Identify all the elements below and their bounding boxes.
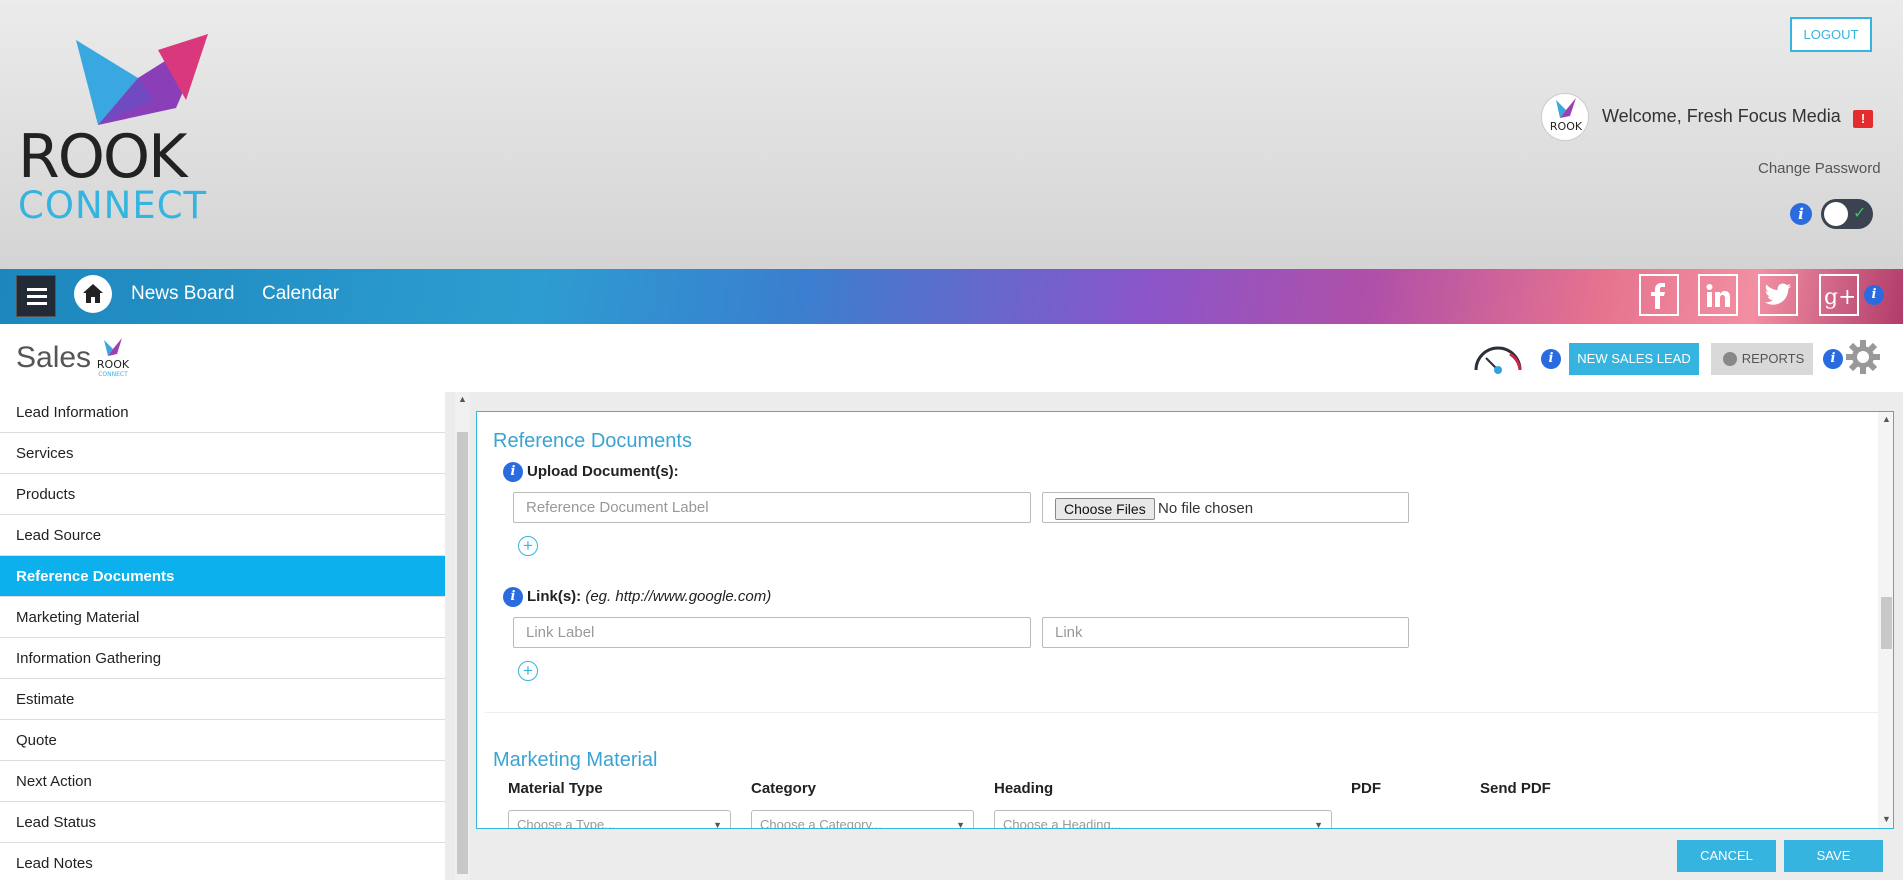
- menu-button[interactable]: [16, 275, 56, 317]
- sidebar-item-lead-status[interactable]: Lead Status: [0, 802, 445, 843]
- rook-logo-small: ROOK CONNECT: [92, 338, 134, 378]
- sidebar-item-products[interactable]: Products: [0, 474, 445, 515]
- app-header: ROOK CONNECT LOGOUT ROOK Welcome, Fresh …: [0, 0, 1903, 269]
- heading-select[interactable]: Choose a Heading... ▼: [994, 810, 1332, 829]
- theme-toggle[interactable]: ✓: [1821, 199, 1873, 229]
- upload-documents-label: Upload Document(s):: [527, 463, 679, 480]
- links-label-text: Link(s):: [527, 588, 582, 605]
- rook-connect-logo: ROOK CONNECT: [18, 30, 228, 230]
- svg-text:CONNECT: CONNECT: [98, 371, 128, 378]
- sidebar-item-lead-source[interactable]: Lead Source: [0, 515, 445, 556]
- heading-placeholder: Choose a Heading...: [1003, 817, 1122, 829]
- chevron-down-icon: ▼: [713, 820, 722, 829]
- logo-text-connect: CONNECT: [18, 184, 208, 227]
- category-placeholder: Choose a Category...: [760, 817, 882, 829]
- links-example-text: (eg. http://www.google.com): [585, 588, 772, 605]
- toggle-knob: [1824, 202, 1848, 226]
- main-nav: News Board Calendar g+ i: [0, 269, 1903, 324]
- home-icon: [83, 284, 103, 303]
- sidebar-scrollbar[interactable]: ▲: [455, 392, 470, 880]
- google-plus-icon[interactable]: g+: [1819, 274, 1859, 316]
- scroll-down-arrow[interactable]: ▼: [1882, 814, 1891, 824]
- info-icon[interactable]: i: [503, 462, 523, 482]
- scrollbar-thumb[interactable]: [457, 432, 468, 874]
- add-link-icon[interactable]: +: [518, 661, 538, 681]
- section-divider: [485, 712, 1880, 713]
- info-icon[interactable]: i: [1823, 349, 1843, 369]
- nav-calendar[interactable]: Calendar: [262, 283, 339, 305]
- avatar[interactable]: ROOK: [1541, 93, 1589, 141]
- reports-button[interactable]: REPORTS: [1711, 343, 1813, 375]
- welcome-text: Welcome, Fresh Focus Media: [1602, 106, 1841, 126]
- info-icon[interactable]: i: [1864, 285, 1884, 305]
- file-upload-field[interactable]: Choose Files No file chosen: [1042, 492, 1409, 523]
- menu-bar: [27, 295, 47, 298]
- col-category: Category: [751, 780, 817, 797]
- check-icon: ✓: [1853, 205, 1867, 222]
- nav-news-board[interactable]: News Board: [131, 283, 235, 305]
- menu-bar: [27, 302, 47, 305]
- link-input[interactable]: Link: [1042, 617, 1409, 648]
- info-icon[interactable]: i: [1541, 349, 1561, 369]
- facebook-icon[interactable]: [1639, 274, 1679, 316]
- file-status-text: No file chosen: [1158, 500, 1254, 517]
- add-document-icon[interactable]: +: [518, 536, 538, 556]
- pie-chart-icon: [1723, 352, 1737, 366]
- section-sidebar: Lead Information Services Products Lead …: [0, 392, 445, 880]
- col-send-pdf: Send PDF: [1480, 780, 1551, 797]
- info-icon[interactable]: i: [1790, 203, 1812, 225]
- info-icon[interactable]: i: [503, 587, 523, 607]
- page-header: Sales ROOK CONNECT i NEW SALES LEAD REPO…: [0, 324, 1903, 392]
- sidebar-item-next-action[interactable]: Next Action: [0, 761, 445, 802]
- sidebar-item-information-gathering[interactable]: Information Gathering: [0, 638, 445, 679]
- linkedin-icon[interactable]: [1698, 274, 1738, 316]
- sidebar-item-estimate[interactable]: Estimate: [0, 679, 445, 720]
- logout-button[interactable]: LOGOUT: [1790, 17, 1872, 52]
- svg-text:ROOK: ROOK: [97, 358, 130, 371]
- speedometer-icon[interactable]: [1472, 342, 1524, 374]
- svg-text:g+: g+: [1824, 285, 1854, 309]
- sidebar-item-lead-notes[interactable]: Lead Notes: [0, 843, 445, 880]
- col-pdf: PDF: [1351, 780, 1381, 797]
- section-title-reference-documents: Reference Documents: [493, 430, 692, 452]
- change-password-link[interactable]: Change Password: [1758, 160, 1881, 177]
- scroll-up-arrow[interactable]: ▲: [1882, 414, 1891, 424]
- links-label: Link(s): (eg. http://www.google.com): [527, 588, 771, 605]
- chevron-down-icon: ▼: [956, 820, 965, 829]
- home-button[interactable]: [74, 275, 112, 313]
- twitter-icon[interactable]: [1758, 274, 1798, 316]
- form-panel: Reference Documents i Upload Document(s)…: [476, 411, 1894, 829]
- chevron-down-icon: ▼: [1314, 820, 1323, 829]
- page-title: Sales: [16, 341, 92, 374]
- choose-files-button[interactable]: Choose Files: [1055, 498, 1155, 520]
- reference-document-label-input[interactable]: Reference Document Label: [513, 492, 1031, 523]
- sidebar-item-reference-documents[interactable]: Reference Documents: [0, 556, 445, 597]
- save-button[interactable]: SAVE: [1784, 840, 1883, 872]
- material-type-select[interactable]: Choose a Type... ▼: [508, 810, 731, 829]
- sidebar-item-marketing-material[interactable]: Marketing Material: [0, 597, 445, 638]
- alert-icon[interactable]: !: [1853, 110, 1873, 128]
- svg-text:ROOK: ROOK: [1550, 120, 1583, 133]
- cancel-button[interactable]: CANCEL: [1677, 840, 1776, 872]
- form-scrollbar[interactable]: ▲ ▼: [1878, 412, 1893, 828]
- sidebar-item-quote[interactable]: Quote: [0, 720, 445, 761]
- reports-label: REPORTS: [1741, 351, 1805, 366]
- logo-text-rook: ROOK: [18, 122, 187, 192]
- material-type-placeholder: Choose a Type...: [517, 817, 616, 829]
- category-select[interactable]: Choose a Category... ▼: [751, 810, 974, 829]
- scrollbar-thumb[interactable]: [1881, 597, 1892, 649]
- sidebar-item-lead-information[interactable]: Lead Information: [0, 392, 445, 433]
- new-sales-lead-button[interactable]: NEW SALES LEAD: [1569, 343, 1699, 375]
- scroll-up-arrow[interactable]: ▲: [458, 394, 467, 404]
- gear-icon[interactable]: [1845, 339, 1881, 375]
- sidebar-item-services[interactable]: Services: [0, 433, 445, 474]
- menu-bar: [27, 288, 47, 291]
- col-material-type: Material Type: [508, 780, 603, 797]
- section-title-marketing-material: Marketing Material: [493, 749, 658, 771]
- col-heading: Heading: [994, 780, 1054, 797]
- link-label-input[interactable]: Link Label: [513, 617, 1031, 648]
